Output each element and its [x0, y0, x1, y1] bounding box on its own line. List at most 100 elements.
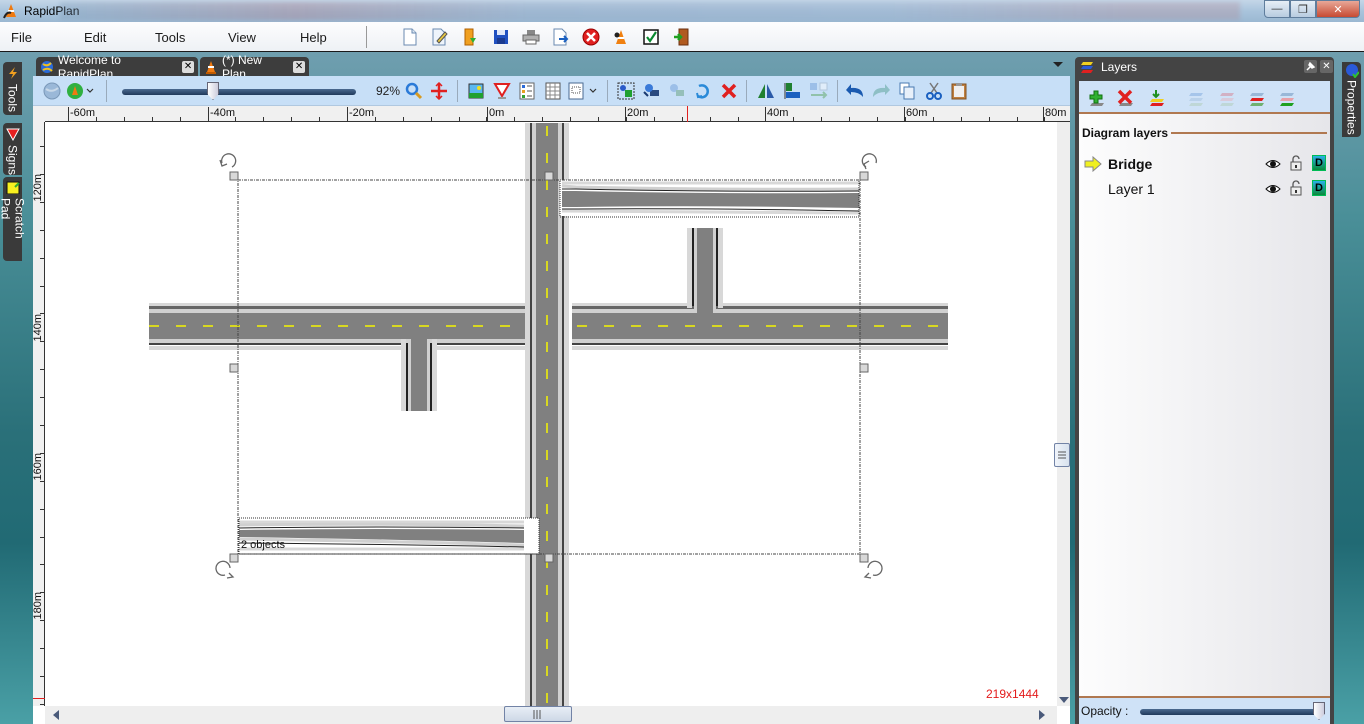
toolbar-separator	[746, 80, 747, 102]
unlocked-padlock-icon[interactable]	[1290, 180, 1302, 196]
minimize-button[interactable]: —	[1264, 0, 1290, 18]
worker-button[interactable]	[611, 27, 631, 47]
layer-mode-dropdown[interactable]	[66, 81, 96, 101]
tab-list-dropdown-icon[interactable]	[1053, 62, 1063, 67]
scroll-right-arrow-icon[interactable]	[1039, 710, 1045, 720]
ruler-tick	[40, 453, 44, 454]
tab-welcome-close-button[interactable]: ✕	[182, 60, 194, 73]
resize-handle-middle-right	[859, 363, 869, 373]
pin-panel-button[interactable]	[1304, 60, 1317, 73]
zoom-slider-thumb[interactable]	[207, 82, 219, 100]
delete-button[interactable]	[719, 81, 739, 101]
layer-row-bridge[interactable]: Bridge D	[1079, 153, 1330, 175]
redo-button[interactable]	[871, 81, 891, 101]
legend-button[interactable]	[517, 81, 537, 101]
horizontal-road-right	[572, 303, 948, 350]
visibility-eye-icon[interactable]	[1265, 183, 1281, 195]
road-diagram	[149, 123, 948, 706]
layers-panel-header: Layers	[1075, 57, 1334, 77]
add-layer-icon[interactable]	[1088, 89, 1106, 107]
print-button[interactable]	[521, 27, 541, 47]
scroll-down-arrow-icon[interactable]	[1059, 697, 1069, 703]
move-layer-up-icon[interactable]	[1187, 89, 1205, 107]
delete-layer-icon[interactable]	[1117, 89, 1135, 107]
side-tab-properties[interactable]: Properties	[1342, 62, 1361, 137]
active-layer-arrow-icon	[1084, 156, 1102, 172]
drawing-canvas[interactable]: 2 objects	[46, 123, 1057, 706]
bring-forward-button[interactable]	[642, 81, 662, 101]
tab-new-plan-close-button[interactable]: ✕	[293, 60, 305, 73]
opacity-bar: Opacity :	[1079, 696, 1330, 724]
layer-details-button[interactable]: D	[1312, 155, 1326, 171]
tab-welcome[interactable]: Welcome to RapidPlan ✕	[36, 53, 198, 81]
mirror-flip-icon	[758, 84, 774, 98]
cut-button[interactable]	[924, 81, 944, 101]
move-layer-bottom-icon[interactable]	[1278, 89, 1296, 107]
undo-button[interactable]	[845, 81, 865, 101]
background-image-button[interactable]	[466, 81, 486, 101]
resize-handle-top-left	[229, 171, 239, 181]
new-document-button[interactable]	[400, 27, 420, 47]
maximize-button[interactable]: ❐	[1290, 0, 1316, 18]
merge-down-layer-icon[interactable]	[1148, 89, 1166, 107]
horizontal-scrollbar-thumb[interactable]	[504, 706, 572, 722]
move-layer-down-icon[interactable]	[1218, 89, 1236, 107]
edit-document-button[interactable]	[430, 27, 450, 47]
side-tab-tools[interactable]: Tools	[3, 62, 22, 115]
exit-button[interactable]	[671, 27, 691, 47]
globe-button[interactable]	[42, 81, 62, 101]
select-all-button[interactable]	[616, 81, 636, 101]
close-plan-button[interactable]	[581, 27, 601, 47]
side-tab-signs[interactable]: Signs	[3, 123, 22, 175]
send-backward-button[interactable]	[667, 81, 687, 101]
move-layer-top-icon[interactable]	[1248, 89, 1266, 107]
rotate-button[interactable]	[693, 81, 713, 101]
menu-help[interactable]: Help	[300, 30, 327, 45]
validate-button[interactable]	[641, 27, 661, 47]
vertical-scrollbar-thumb[interactable]	[1054, 443, 1070, 467]
close-window-button[interactable]: ✕	[1316, 0, 1360, 18]
align-button[interactable]	[783, 81, 803, 101]
open-button[interactable]	[460, 27, 480, 47]
tab-new-plan[interactable]: (*) New Plan ✕	[200, 53, 309, 81]
picture-icon	[468, 83, 484, 99]
table-button[interactable]	[543, 81, 563, 101]
visibility-eye-icon[interactable]	[1265, 158, 1281, 170]
scroll-left-arrow-icon[interactable]	[53, 710, 59, 720]
zoom-tool-button[interactable]	[404, 81, 424, 101]
flip-button[interactable]	[756, 81, 776, 101]
menu-tools[interactable]: Tools	[155, 30, 185, 45]
ruler-tick	[598, 117, 599, 121]
paste-button[interactable]	[949, 81, 969, 101]
ruler-tick	[459, 117, 460, 121]
opacity-slider[interactable]	[1140, 702, 1325, 720]
unlocked-padlock-icon[interactable]	[1290, 155, 1302, 171]
copy-button[interactable]	[897, 81, 917, 101]
ruler-tick	[40, 564, 44, 565]
layer-details-button[interactable]: D	[1312, 180, 1326, 196]
size-readout: 219x1444	[986, 687, 1039, 701]
menu-file[interactable]: File	[11, 30, 32, 45]
menu-edit[interactable]: Edit	[84, 30, 106, 45]
toolbar-separator	[457, 80, 458, 102]
menu-view[interactable]: View	[228, 30, 256, 45]
bridge-top	[559, 179, 860, 218]
distribute-button[interactable]	[809, 81, 829, 101]
ruler-tick	[877, 117, 878, 121]
signs-button[interactable]	[492, 81, 512, 101]
ruler-tick	[40, 313, 44, 314]
horizontal-scrollbar[interactable]	[45, 706, 1057, 724]
opacity-label: Opacity :	[1081, 704, 1129, 718]
vertical-scrollbar[interactable]	[1054, 122, 1070, 706]
pan-center-button[interactable]	[429, 81, 449, 101]
ruler-tick	[40, 648, 44, 649]
close-panel-button[interactable]: ✕	[1320, 60, 1333, 73]
zoom-slider[interactable]	[122, 82, 356, 100]
page-layout-dropdown[interactable]	[568, 81, 600, 101]
side-tab-scratch-pad[interactable]: Scratch Pad	[0, 177, 27, 261]
ruler-tick	[40, 174, 44, 175]
opacity-slider-thumb[interactable]	[1313, 702, 1325, 720]
export-button[interactable]	[551, 27, 571, 47]
layer-row-layer-1[interactable]: Layer 1 D	[1079, 178, 1330, 200]
save-button[interactable]	[491, 27, 511, 47]
